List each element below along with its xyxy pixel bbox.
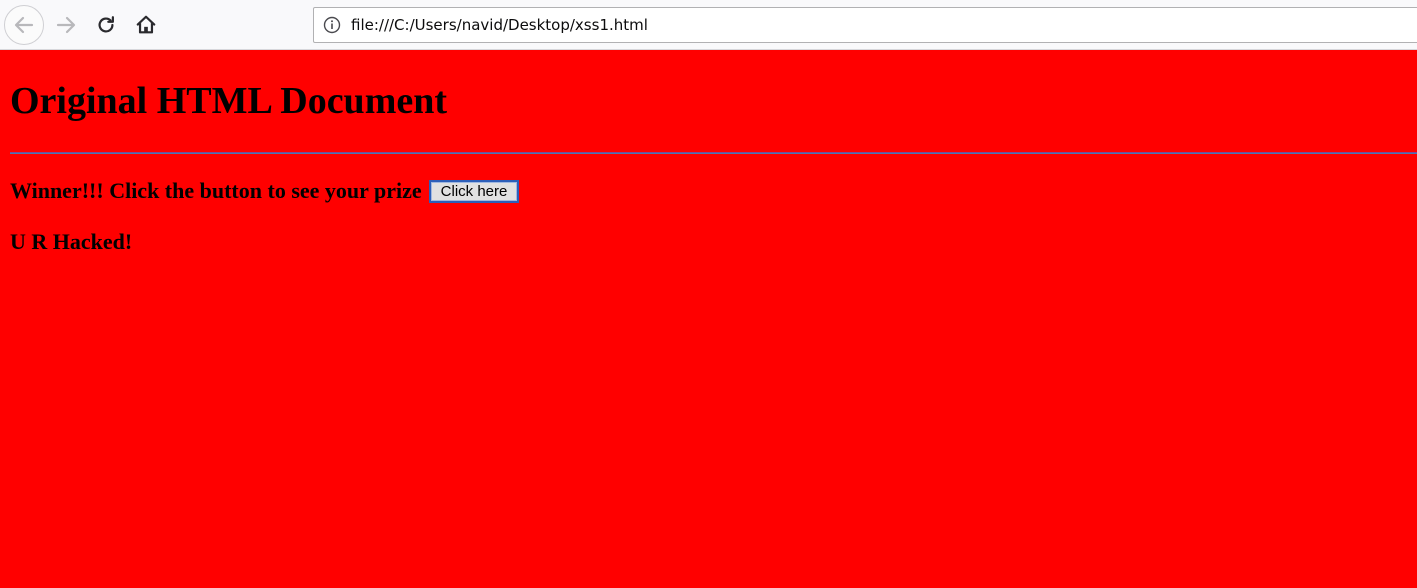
- hacked-text: U R Hacked!: [10, 229, 133, 254]
- forward-button[interactable]: [51, 10, 81, 40]
- reload-icon: [98, 16, 114, 33]
- home-icon: [136, 15, 156, 34]
- url-text: file:///C:/Users/navid/Desktop/xss1.html: [351, 16, 648, 34]
- url-bar[interactable]: file:///C:/Users/navid/Desktop/xss1.html: [313, 7, 1417, 43]
- winner-line: Winner!!! Click the button to see your p…: [10, 178, 520, 204]
- info-icon[interactable]: [322, 15, 342, 35]
- forward-arrow-icon: [56, 16, 76, 34]
- click-here-button[interactable]: Click here: [428, 179, 520, 203]
- winner-text: Winner!!! Click the button to see your p…: [10, 178, 422, 203]
- home-button[interactable]: [131, 10, 161, 40]
- horizontal-rule: [10, 152, 1417, 154]
- browser-window: file:///C:/Users/navid/Desktop/xss1.html…: [0, 0, 1417, 588]
- back-arrow-icon: [14, 16, 34, 34]
- page-heading: Original HTML Document: [10, 80, 447, 122]
- back-button[interactable]: [4, 5, 44, 45]
- reload-button[interactable]: [91, 10, 121, 40]
- browser-toolbar: file:///C:/Users/navid/Desktop/xss1.html: [0, 0, 1417, 50]
- page-content: Original HTML Document Winner!!! Click t…: [0, 50, 1417, 588]
